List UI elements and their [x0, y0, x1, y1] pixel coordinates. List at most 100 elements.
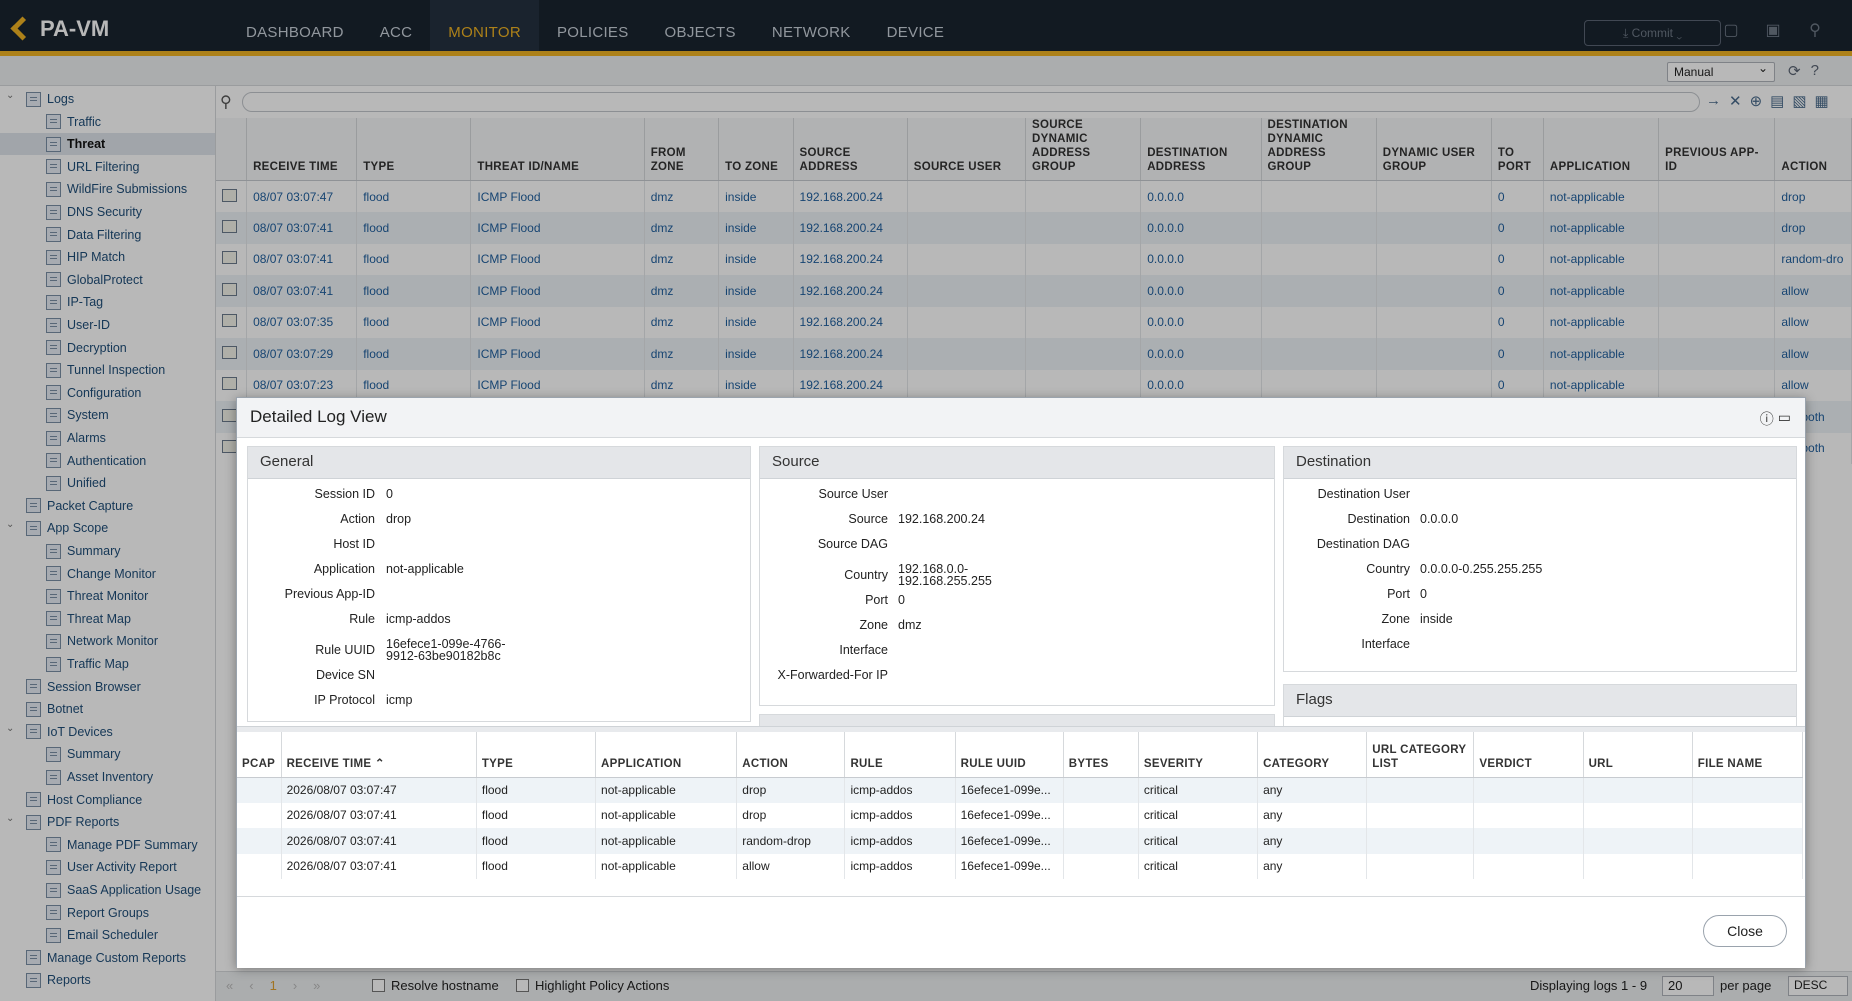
- table-cell: allow: [736, 853, 846, 879]
- related-column-header[interactable]: TYPE: [476, 732, 597, 778]
- maximize-icon[interactable]: ▭: [1778, 409, 1791, 429]
- field-label: Port: [1387, 587, 1410, 601]
- destination-panel: Destination Destination User Destination 0…: [1283, 446, 1797, 672]
- table-cell: [1583, 777, 1693, 803]
- field-zone: Zone dmz: [760, 618, 1274, 643]
- table-cell: [1366, 828, 1475, 854]
- field-value: inside: [1420, 612, 1453, 626]
- field-label: Interface: [1361, 637, 1410, 651]
- table-cell: 2026/08/07 03:07:41: [281, 802, 477, 828]
- help-icon[interactable]: ⓘ: [1760, 409, 1774, 429]
- field-port: Port 0: [760, 593, 1274, 618]
- table-cell: 16efece1-099e...: [955, 828, 1064, 854]
- related-column-header[interactable]: APPLICATION: [595, 732, 738, 778]
- table-cell: [1692, 802, 1804, 828]
- field-label: Action: [340, 512, 375, 526]
- table-cell: icmp-addos: [844, 853, 956, 879]
- field-label: Rule: [349, 612, 375, 626]
- field-value: 192.168.0.0- 192.168.255.255: [898, 562, 992, 588]
- related-column-header[interactable]: RULE UUID: [955, 732, 1064, 778]
- related-column-header[interactable]: URL: [1583, 732, 1693, 778]
- field-country: Country 192.168.0.0- 192.168.255.255: [760, 562, 1274, 593]
- table-cell: icmp-addos: [844, 802, 956, 828]
- table-cell: [1063, 853, 1139, 879]
- field-action: Action drop: [248, 512, 750, 537]
- field-label: Session ID: [314, 487, 375, 501]
- table-cell: [1583, 853, 1693, 879]
- related-column-header[interactable]: URL CATEGORY LIST: [1366, 732, 1475, 778]
- table-cell: [1692, 828, 1804, 854]
- field-label: Interface: [839, 643, 888, 657]
- table-cell: not-applicable: [595, 777, 738, 803]
- next-panel-edge: [759, 714, 1275, 726]
- field-source-user: Source User: [760, 487, 1274, 512]
- field-value: 192.168.200.24: [898, 512, 985, 526]
- field-destination-dag: Destination DAG: [1284, 537, 1796, 562]
- field-label: Port: [865, 593, 888, 607]
- related-column-header[interactable]: FILE NAME: [1692, 732, 1804, 778]
- field-zone: Zone inside: [1284, 612, 1796, 637]
- field-interface: Interface: [760, 643, 1274, 668]
- table-cell: [1473, 802, 1584, 828]
- field-label: Application: [313, 562, 375, 576]
- related-logs-table: PCAP RECEIVE TIME ⌃ TYPE APPLICATION ACTION R…: [237, 732, 1804, 879]
- related-table-row[interactable]: 2026/08/07 03:07:41 flood not-applicable dr…: [237, 802, 1804, 828]
- table-cell: [237, 802, 282, 828]
- table-cell: critical: [1138, 853, 1259, 879]
- table-cell: [1583, 828, 1693, 854]
- field-destination: Destination 0.0.0.0: [1284, 512, 1796, 537]
- table-cell: 16efece1-099e...: [955, 802, 1064, 828]
- sort-ascending-icon[interactable]: ⌃: [371, 758, 385, 770]
- field-source: Source 192.168.200.24: [760, 512, 1274, 537]
- table-cell: 2026/08/07 03:07:41: [281, 828, 477, 854]
- related-table-row[interactable]: 2026/08/07 03:07:47 flood not-applicable dr…: [237, 777, 1804, 803]
- field-destination-user: Destination User: [1284, 487, 1796, 512]
- close-button[interactable]: Close: [1703, 915, 1787, 947]
- table-cell: [237, 828, 282, 854]
- field-label: Destination: [1347, 512, 1410, 526]
- table-cell: [1366, 802, 1475, 828]
- general-panel: General Session ID 0 Action drop Host ID Appl…: [247, 446, 751, 722]
- table-cell: [237, 777, 282, 803]
- table-cell: [1473, 777, 1584, 803]
- table-cell: 2026/08/07 03:07:41: [281, 853, 477, 879]
- related-column-header[interactable]: RULE: [844, 732, 956, 778]
- table-cell: drop: [736, 777, 846, 803]
- field-label: Device SN: [315, 668, 375, 682]
- related-table-row[interactable]: 2026/08/07 03:07:41 flood not-applicable ra…: [237, 828, 1804, 854]
- table-cell: flood: [476, 802, 597, 828]
- related-column-header[interactable]: VERDICT: [1473, 732, 1584, 778]
- source-panel: Source Source User Source 192.168.200.24 So…: [759, 446, 1275, 706]
- related-column-header[interactable]: RECEIVE TIME ⌃: [281, 732, 477, 778]
- field-label: Zone: [1381, 612, 1411, 626]
- table-cell: [1692, 777, 1804, 803]
- table-cell: [1473, 853, 1584, 879]
- related-column-header[interactable]: ACTION: [736, 732, 846, 778]
- table-cell: any: [1257, 777, 1368, 803]
- table-cell: not-applicable: [595, 802, 738, 828]
- field-label: Country: [844, 568, 888, 582]
- table-cell: [237, 853, 282, 879]
- related-column-header[interactable]: CATEGORY: [1257, 732, 1368, 778]
- field-value: dmz: [898, 618, 922, 632]
- related-table-row[interactable]: 2026/08/07 03:07:41 flood not-applicable al…: [237, 853, 1804, 879]
- table-cell: not-applicable: [595, 828, 738, 854]
- table-cell: flood: [476, 853, 597, 879]
- related-column-header[interactable]: BYTES: [1063, 732, 1139, 778]
- field-value: icmp-addos: [386, 612, 451, 626]
- dialog-header: Detailed Log View ⓘ ▭: [237, 398, 1805, 438]
- table-cell: [1366, 853, 1475, 879]
- field-label: Source User: [818, 487, 888, 501]
- field-application: Application not-applicable: [248, 562, 750, 587]
- table-cell: icmp-addos: [844, 828, 956, 854]
- field-label: Host ID: [333, 537, 375, 551]
- table-cell: any: [1257, 802, 1368, 828]
- related-column-header[interactable]: PCAP: [237, 732, 282, 778]
- field-session-id: Session ID 0: [248, 487, 750, 512]
- field-label: Zone: [859, 618, 889, 632]
- general-panel-title: General: [248, 447, 750, 479]
- field-label: Previous App-ID: [284, 587, 375, 601]
- table-cell: flood: [476, 777, 597, 803]
- field-value: drop: [386, 512, 412, 526]
- related-column-header[interactable]: SEVERITY: [1138, 732, 1259, 778]
